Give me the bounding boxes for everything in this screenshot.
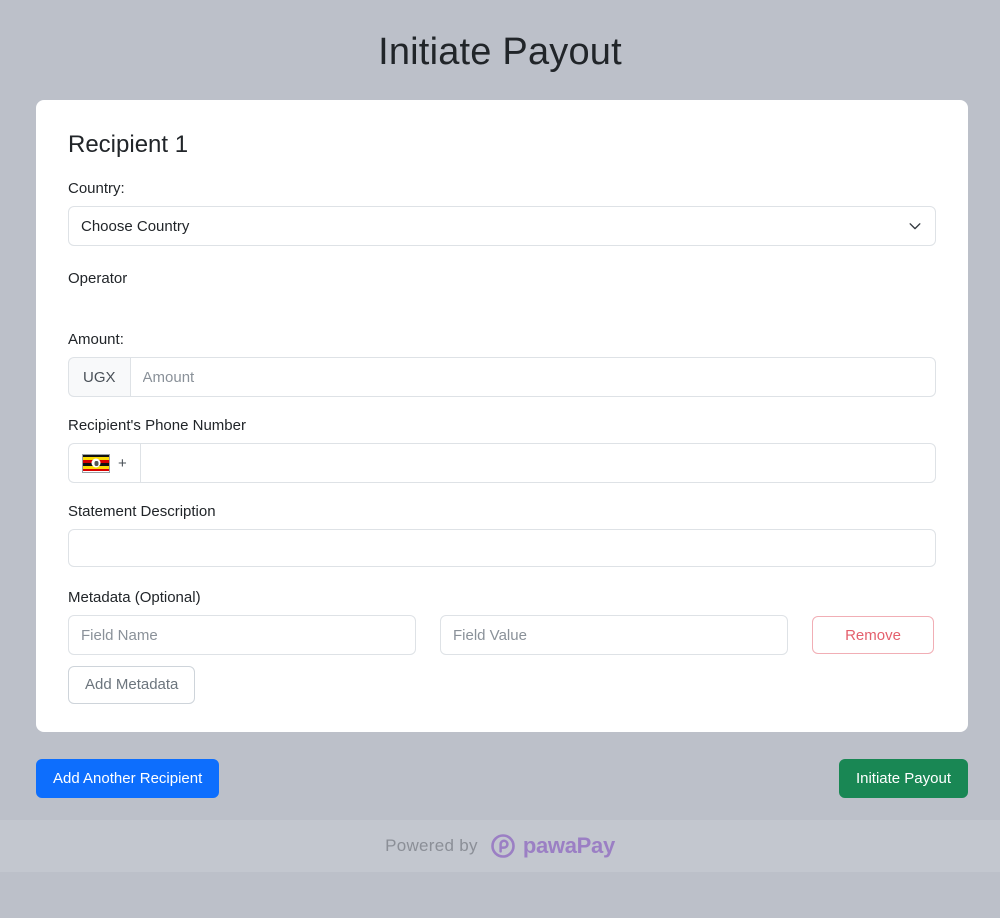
metadata-label: Metadata (Optional) <box>68 589 201 606</box>
pawapay-wordmark: pawaPay <box>522 833 615 858</box>
country-select-wrap: Choose Country <box>68 206 936 246</box>
pawapay-logo-icon <box>490 833 516 859</box>
operator-label: Operator <box>68 270 128 287</box>
powered-by-text: Powered by <box>385 836 478 855</box>
uganda-flag-icon <box>82 453 110 473</box>
powered-by-footer: Powered by pawaPay <box>0 820 1000 872</box>
metadata-field-value-input[interactable] <box>440 615 788 655</box>
pawapay-brand: pawaPay <box>490 833 615 859</box>
remove-metadata-button[interactable]: Remove <box>812 616 934 654</box>
metadata-field-name-input[interactable] <box>68 615 416 655</box>
statement-label: Statement Description <box>68 503 216 520</box>
add-metadata-button[interactable]: Add Metadata <box>68 666 196 704</box>
recipient-heading: Recipient 1 <box>68 131 189 158</box>
phone-input[interactable] <box>139 443 936 483</box>
amount-label: Amount: <box>68 331 124 348</box>
add-another-recipient-button[interactable]: Add Another Recipient <box>36 759 220 798</box>
phone-label: Recipient's Phone Number <box>68 417 246 434</box>
amount-input-group: UGX <box>68 357 936 397</box>
statement-input[interactable] <box>68 529 936 567</box>
phone-plus-prefix: + <box>118 454 127 472</box>
amount-input[interactable] <box>129 357 936 397</box>
phone-input-group: + <box>68 443 936 483</box>
country-select[interactable]: Choose Country <box>68 206 936 246</box>
statement-wrap <box>68 529 936 567</box>
recipient-card: Recipient 1 Country: Choose Country Oper… <box>36 100 968 732</box>
metadata-row: Remove <box>68 615 936 655</box>
action-bar: Add Another Recipient Initiate Payout <box>36 759 968 798</box>
phone-prefix-group[interactable]: + <box>68 443 140 483</box>
currency-prefix: UGX <box>68 357 130 397</box>
page-title: Initiate Payout <box>378 31 622 73</box>
country-label: Country: <box>68 180 125 197</box>
initiate-payout-button[interactable]: Initiate Payout <box>838 759 968 798</box>
payout-page: Initiate Payout Recipient 1 Country: Cho… <box>0 0 1000 918</box>
